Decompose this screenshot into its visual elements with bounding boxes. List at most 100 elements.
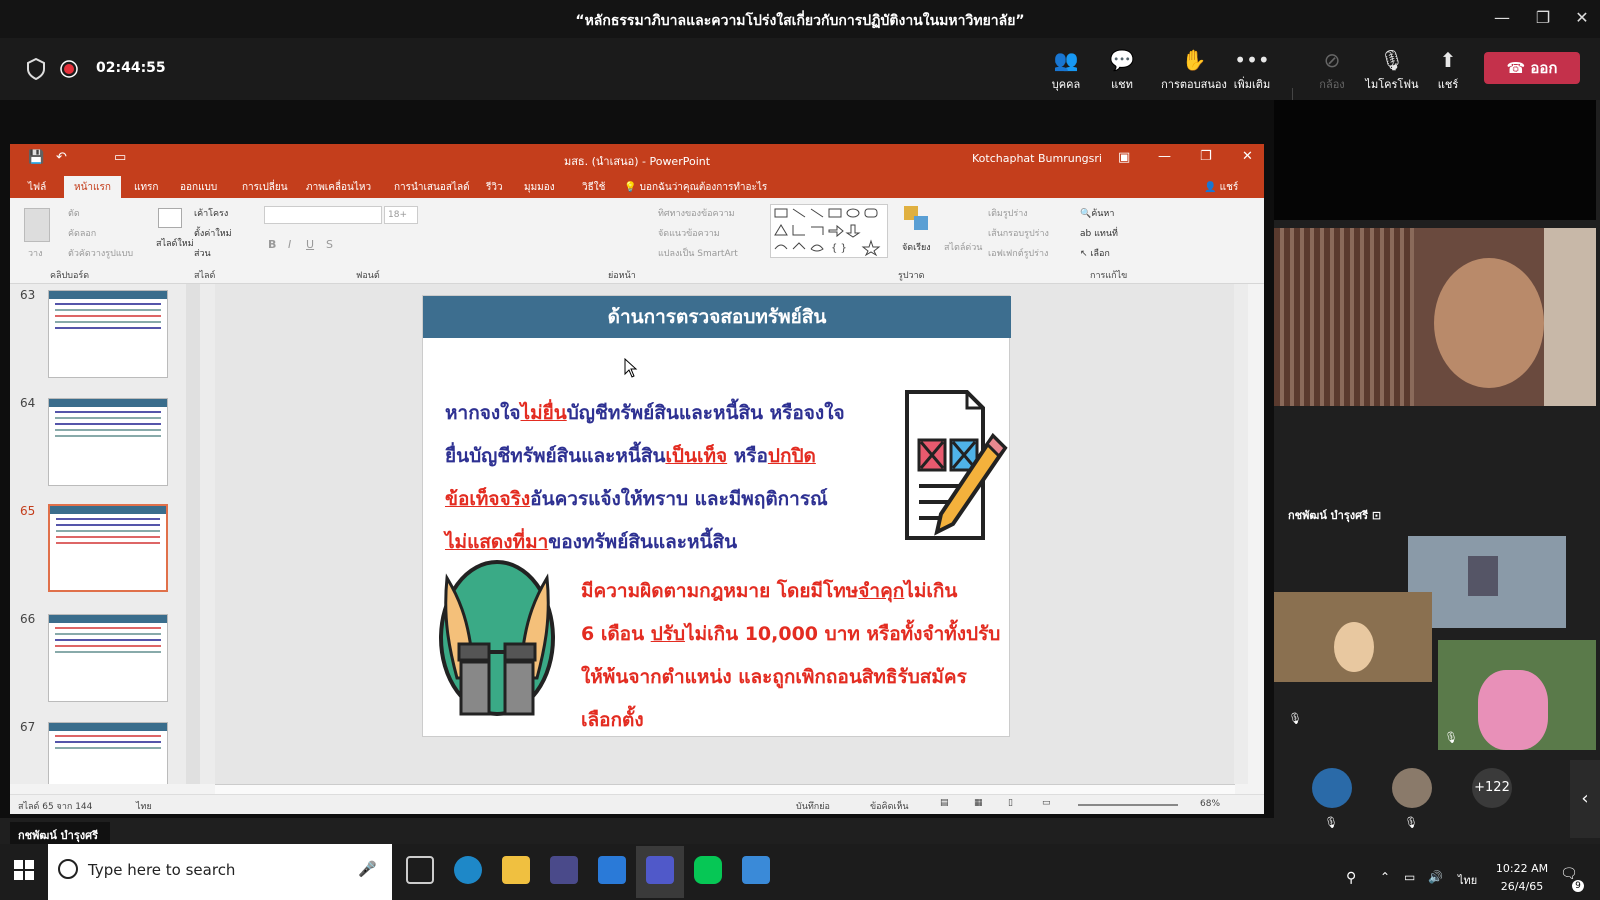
shape-outline-button[interactable]: เส้นกรอบรูปร่าง <box>988 226 1049 240</box>
slide-scrollbar[interactable] <box>1234 284 1248 784</box>
tab-review[interactable]: รีวิว <box>486 180 503 195</box>
chevron-up-icon[interactable]: ⌃ <box>1380 870 1390 884</box>
people-taskbar-icon[interactable]: ⚲ <box>1346 870 1356 886</box>
shadow-button[interactable]: S <box>326 238 333 251</box>
more-button[interactable]: ••• เพิ่มเติม <box>1222 48 1282 93</box>
mail-icon[interactable] <box>598 856 626 884</box>
video-tile-speaker[interactable] <box>1274 228 1596 406</box>
arrange-icon[interactable] <box>904 206 930 232</box>
microphone-icon[interactable]: 🎤 <box>358 860 377 878</box>
ribbon-display-icon[interactable]: ▣ <box>1118 150 1130 165</box>
windows-start-icon[interactable] <box>14 860 34 880</box>
smartart-button[interactable]: แปลงเป็น SmartArt <box>658 246 738 260</box>
share-button[interactable]: ⬆ แชร์ <box>1418 48 1478 93</box>
restore-button[interactable]: ❐ <box>1531 8 1555 27</box>
new-slide-icon[interactable] <box>158 208 182 228</box>
ppt-minimize-button[interactable]: — <box>1158 149 1171 164</box>
shapes-gallery[interactable]: { } <box>770 204 888 258</box>
find-label: ค้นหา <box>1091 209 1115 219</box>
paste-icon[interactable] <box>24 208 50 242</box>
layout-button[interactable]: เค้าโครง <box>194 206 228 220</box>
zoom-level[interactable]: 68% <box>1200 799 1220 809</box>
comments-toggle[interactable]: ข้อคิดเห็น <box>870 799 909 813</box>
search-icon <box>58 859 78 879</box>
video-tile-4[interactable]: 🎙 <box>1438 640 1596 750</box>
task-view-icon[interactable] <box>406 856 434 884</box>
chat-button[interactable]: 💬 แชท <box>1092 48 1152 93</box>
current-slide[interactable]: ด้านการตรวจสอบทรัพย์สิน หากจงใจไม่ยื่นบั… <box>422 295 1011 737</box>
mic-button[interactable]: 🎙 ไมโครโฟน <box>1358 48 1426 93</box>
mic-off-icon: 🎙 <box>1288 712 1302 725</box>
teams-icon[interactable] <box>646 856 674 884</box>
font-size-select[interactable]: 18+ <box>384 206 418 224</box>
line-icon[interactable] <box>694 856 722 884</box>
slide-thumbnail[interactable] <box>48 398 168 486</box>
italic-button[interactable]: I <box>288 238 291 251</box>
tab-insert[interactable]: แทรก <box>134 180 158 195</box>
avatar[interactable] <box>1312 768 1352 808</box>
slide-thumbnail[interactable] <box>48 290 168 378</box>
format-painter-button[interactable]: ตัวคัดวางรูปแบบ <box>68 246 133 260</box>
people-button[interactable]: 👥 บุคคล <box>1036 48 1096 93</box>
volume-icon[interactable]: 🔊 <box>1428 870 1443 884</box>
tab-view[interactable]: มุมมอง <box>524 180 555 195</box>
find-button[interactable]: 🔍ค้นหา <box>1080 206 1114 220</box>
language-label[interactable]: ไทย <box>136 799 152 813</box>
bold-button[interactable]: B <box>268 238 276 251</box>
underline-button[interactable]: U <box>306 238 314 251</box>
select-button[interactable]: ↖ เลือก <box>1080 246 1110 260</box>
slide-thumbnail-current[interactable] <box>48 504 168 592</box>
input-language[interactable]: ไทย <box>1458 871 1477 889</box>
avatar[interactable] <box>1392 768 1432 808</box>
close-button[interactable]: ✕ <box>1570 8 1594 27</box>
tab-animations[interactable]: ภาพเคลื่อนไหว <box>306 180 371 195</box>
leave-button[interactable]: ☎ ออก <box>1484 52 1580 84</box>
tab-transitions[interactable]: การเปลี่ยน <box>242 180 288 195</box>
tab-file[interactable]: ไฟล์ <box>28 180 46 195</box>
reactions-button[interactable]: ✋ การตอบสนอง <box>1156 48 1232 93</box>
ppt-close-button[interactable]: ✕ <box>1242 149 1253 164</box>
clock-date[interactable]: 26/4/65 <box>1492 880 1552 893</box>
slide-thumbnail[interactable] <box>48 722 168 784</box>
quick-styles-label[interactable]: สไตล์ด่วน <box>944 240 982 254</box>
thumbs-scrollbar[interactable] <box>186 284 200 784</box>
camera-button[interactable]: ⊘ กล้อง <box>1302 48 1362 93</box>
network-icon[interactable]: ▭ <box>1404 870 1415 884</box>
minimize-button[interactable]: — <box>1490 8 1514 27</box>
file-explorer-icon[interactable] <box>502 856 530 884</box>
video-tile-3[interactable] <box>1274 592 1432 682</box>
ppt-user-name[interactable]: Kotchaphat Bumrungsri <box>972 152 1102 165</box>
normal-view-icon[interactable]: ▤ <box>940 798 949 808</box>
replace-button[interactable]: ab แทนที่ <box>1080 226 1118 240</box>
ppt-restore-button[interactable]: ❐ <box>1200 149 1212 164</box>
collapse-panel-button[interactable]: ‹ <box>1570 760 1600 838</box>
tab-home[interactable]: หน้าแรก <box>64 176 121 198</box>
text-direction-button[interactable]: ทิศทางของข้อความ <box>658 206 735 220</box>
sorter-view-icon[interactable]: ▦ <box>974 798 983 808</box>
tab-help[interactable]: วิธีใช้ <box>582 180 605 195</box>
photos-icon[interactable] <box>742 856 770 884</box>
align-text-button[interactable]: จัดแนวข้อความ <box>658 226 720 240</box>
tell-me-search[interactable]: 💡 บอกฉันว่าคุณต้องการทำอะไร <box>624 180 767 195</box>
shape-fill-button[interactable]: เติมรูปร่าง <box>988 206 1028 220</box>
tab-design[interactable]: ออกแบบ <box>180 180 217 195</box>
ppt-share-button[interactable]: 👤 แชร์ <box>1204 180 1238 195</box>
select-label: เลือก <box>1090 249 1110 259</box>
slideshow-view-icon[interactable]: ▭ <box>1042 798 1051 808</box>
font-name-select[interactable] <box>264 206 382 224</box>
tab-slideshow[interactable]: การนำเสนอสไลด์ <box>394 180 470 195</box>
zoom-slider[interactable] <box>1078 804 1178 806</box>
overflow-participants-count[interactable]: +122 <box>1472 768 1512 808</box>
section-button[interactable]: ส่วน <box>194 246 211 260</box>
edge-icon[interactable] <box>454 856 482 884</box>
cut-button[interactable]: ตัด <box>68 206 80 220</box>
shape-effects-button[interactable]: เอฟเฟกต์รูปร่าง <box>988 246 1048 260</box>
reading-view-icon[interactable]: ▯ <box>1008 798 1013 808</box>
reset-button[interactable]: ตั้งค่าใหม่ <box>194 226 232 240</box>
taskbar-search[interactable]: Type here to search 🎤 <box>48 844 392 900</box>
store-icon[interactable] <box>550 856 578 884</box>
notes-toggle[interactable]: บันทึกย่อ <box>796 799 830 813</box>
slide-thumbnail[interactable] <box>48 614 168 702</box>
copy-button[interactable]: คัดลอก <box>68 226 96 240</box>
clock-time[interactable]: 10:22 AM <box>1492 862 1552 875</box>
